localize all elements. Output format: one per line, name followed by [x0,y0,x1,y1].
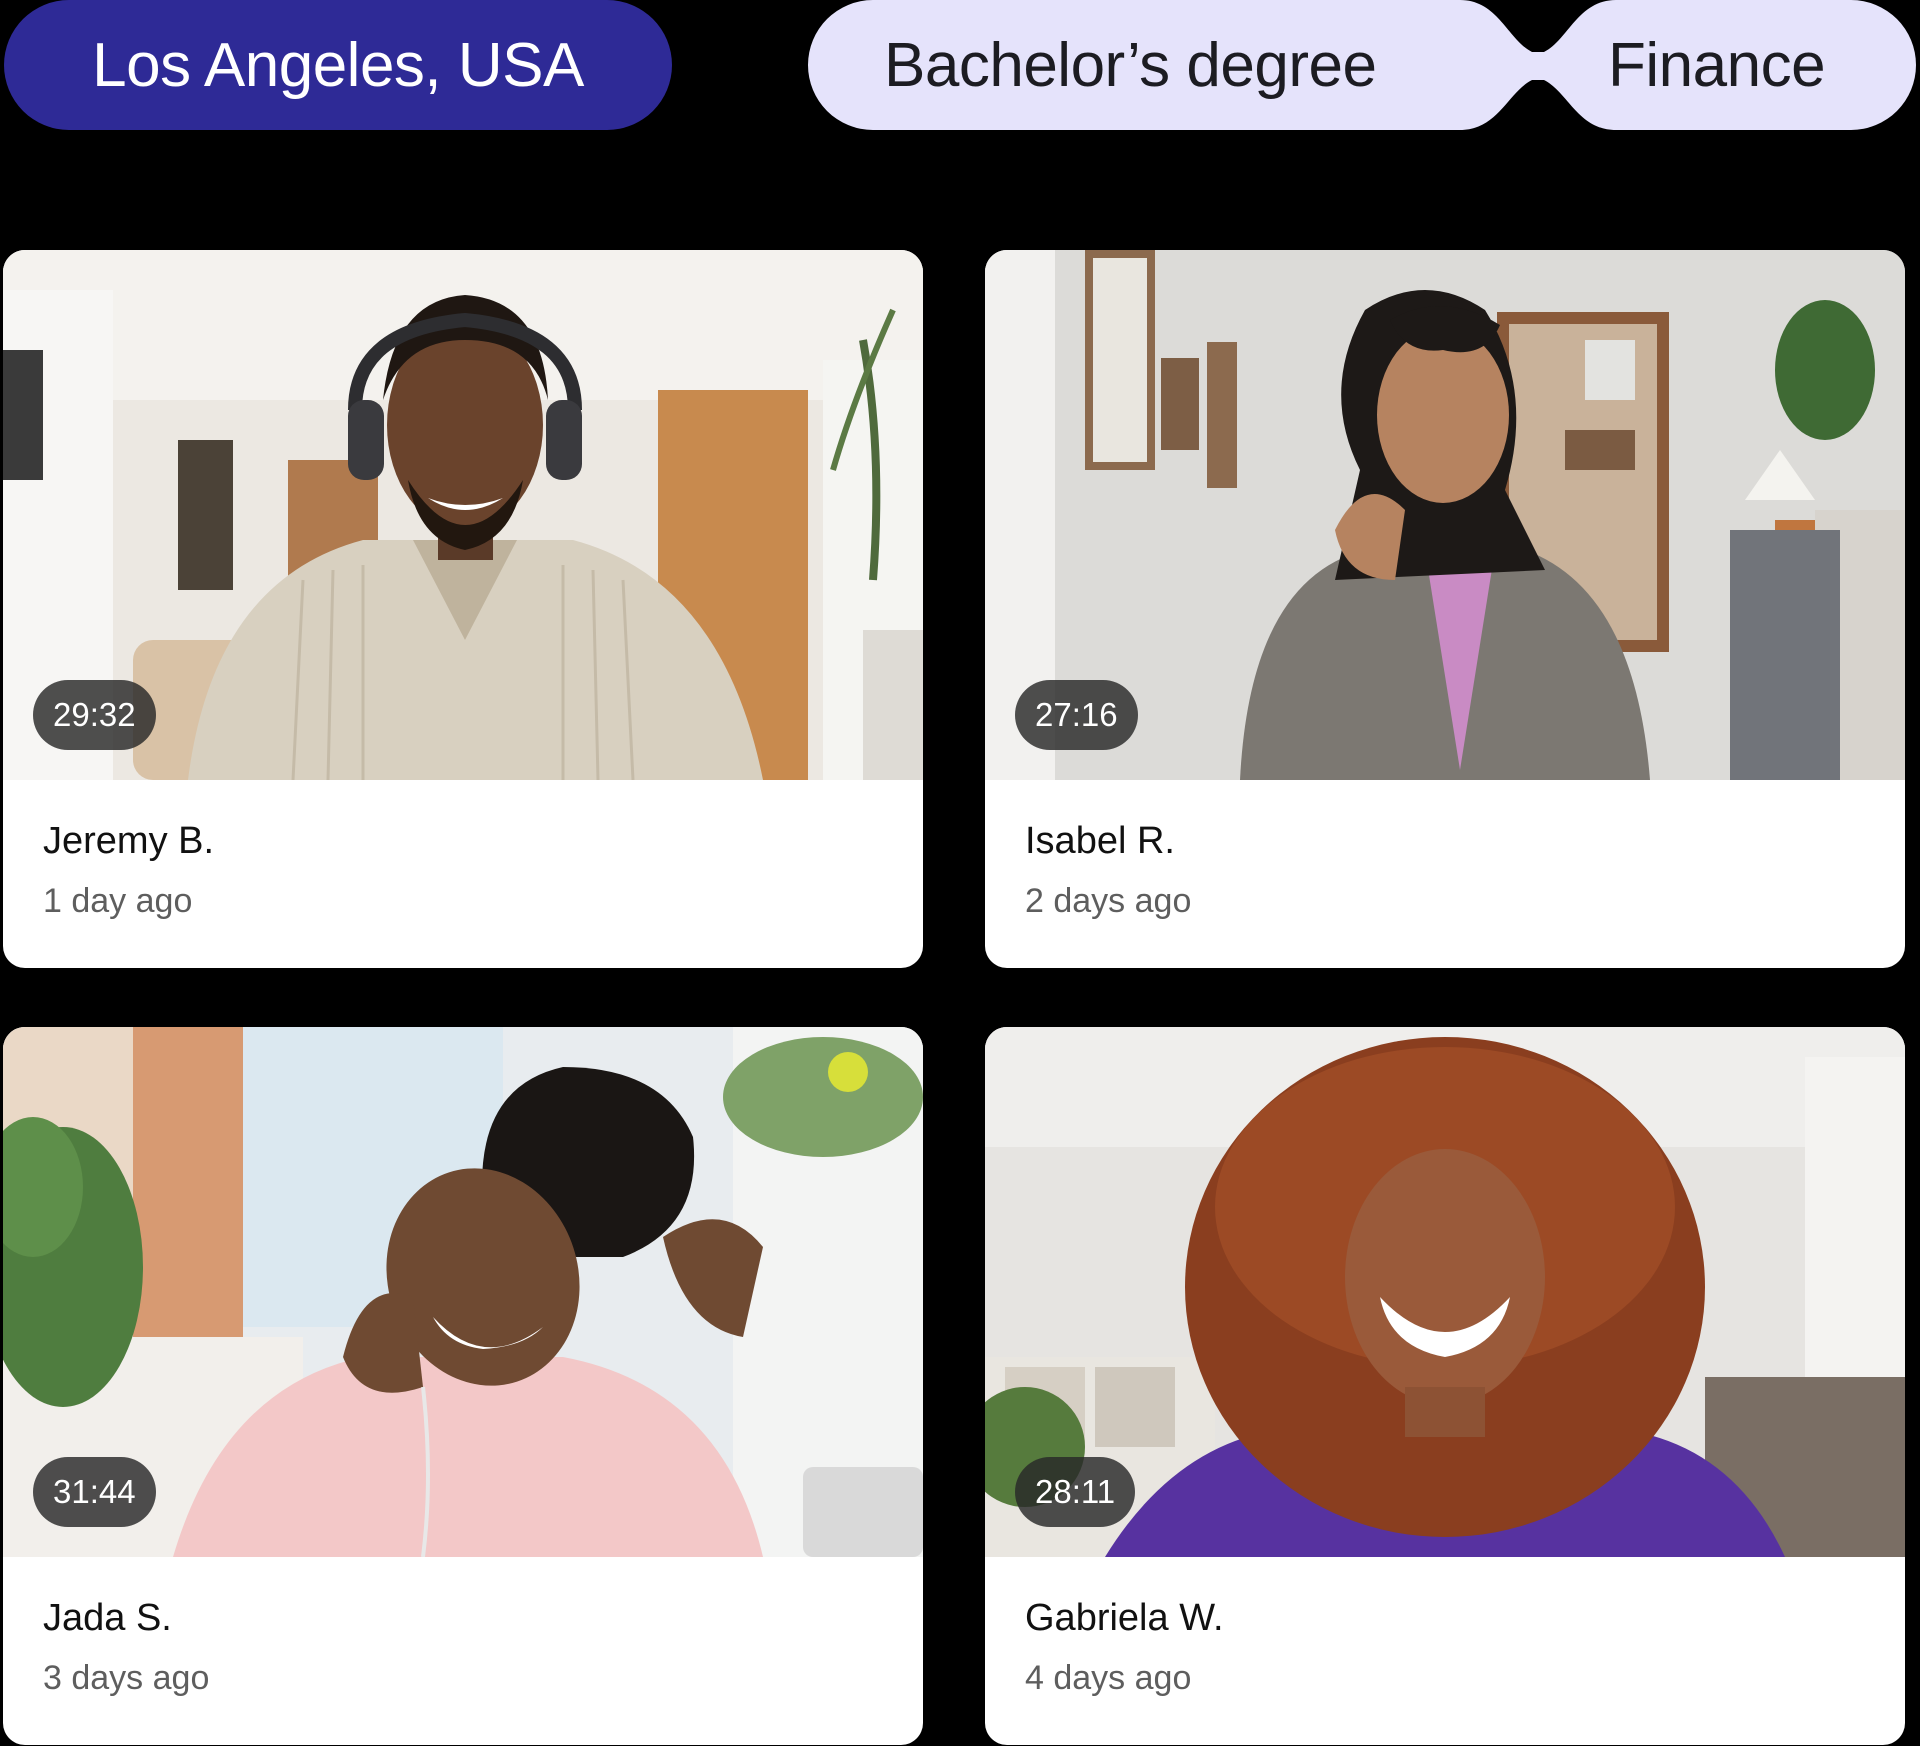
interview-time-ago: 1 day ago [43,882,193,920]
interview-card[interactable]: 29:32 Jeremy B. 1 day ago [3,250,923,968]
video-thumbnail[interactable]: 28:11 [985,1027,1905,1557]
interview-time-ago: 4 days ago [1025,1659,1192,1697]
video-duration-badge: 27:16 [1015,680,1138,750]
video-duration-badge: 29:32 [33,680,156,750]
video-thumbnail[interactable]: 29:32 [3,250,923,780]
video-duration: 27:16 [1035,696,1118,733]
field-filter-chip[interactable]: Finance [1608,0,1826,130]
candidate-name: Jeremy B. [43,820,215,862]
linked-filter-chips: Bachelor’s degree Finance [808,0,1916,130]
card-info: Jeremy B. 1 day ago [3,780,923,968]
interview-time-ago: 3 days ago [43,1659,210,1697]
candidate-name: Isabel R. [1025,820,1175,862]
video-duration-badge: 31:44 [33,1457,156,1527]
interview-time-ago: 2 days ago [1025,882,1192,920]
interview-card[interactable]: 28:11 Gabriela W. 4 days ago [985,1027,1905,1745]
video-thumbnail[interactable]: 31:44 [3,1027,923,1557]
degree-filter-label: Bachelor’s degree [884,30,1377,100]
video-duration-badge: 28:11 [1015,1457,1136,1527]
interview-card[interactable]: 27:16 Isabel R. 2 days ago [985,250,1905,968]
degree-filter-chip[interactable]: Bachelor’s degree [884,0,1377,130]
video-duration: 31:44 [53,1473,136,1510]
video-duration: 28:11 [1035,1473,1116,1510]
location-filter-chip[interactable]: Los Angeles, USA [4,0,672,130]
candidate-name: Jada S. [43,1597,172,1639]
interview-card[interactable]: 31:44 Jada S. 3 days ago [3,1027,923,1745]
video-duration: 29:32 [53,696,136,733]
candidate-name: Gabriela W. [1025,1597,1224,1639]
location-filter-label: Los Angeles, USA [92,30,584,100]
field-filter-label: Finance [1608,30,1826,100]
card-info: Isabel R. 2 days ago [985,780,1905,968]
card-info: Jada S. 3 days ago [3,1557,923,1745]
card-info: Gabriela W. 4 days ago [985,1557,1905,1745]
video-thumbnail[interactable]: 27:16 [985,250,1905,780]
